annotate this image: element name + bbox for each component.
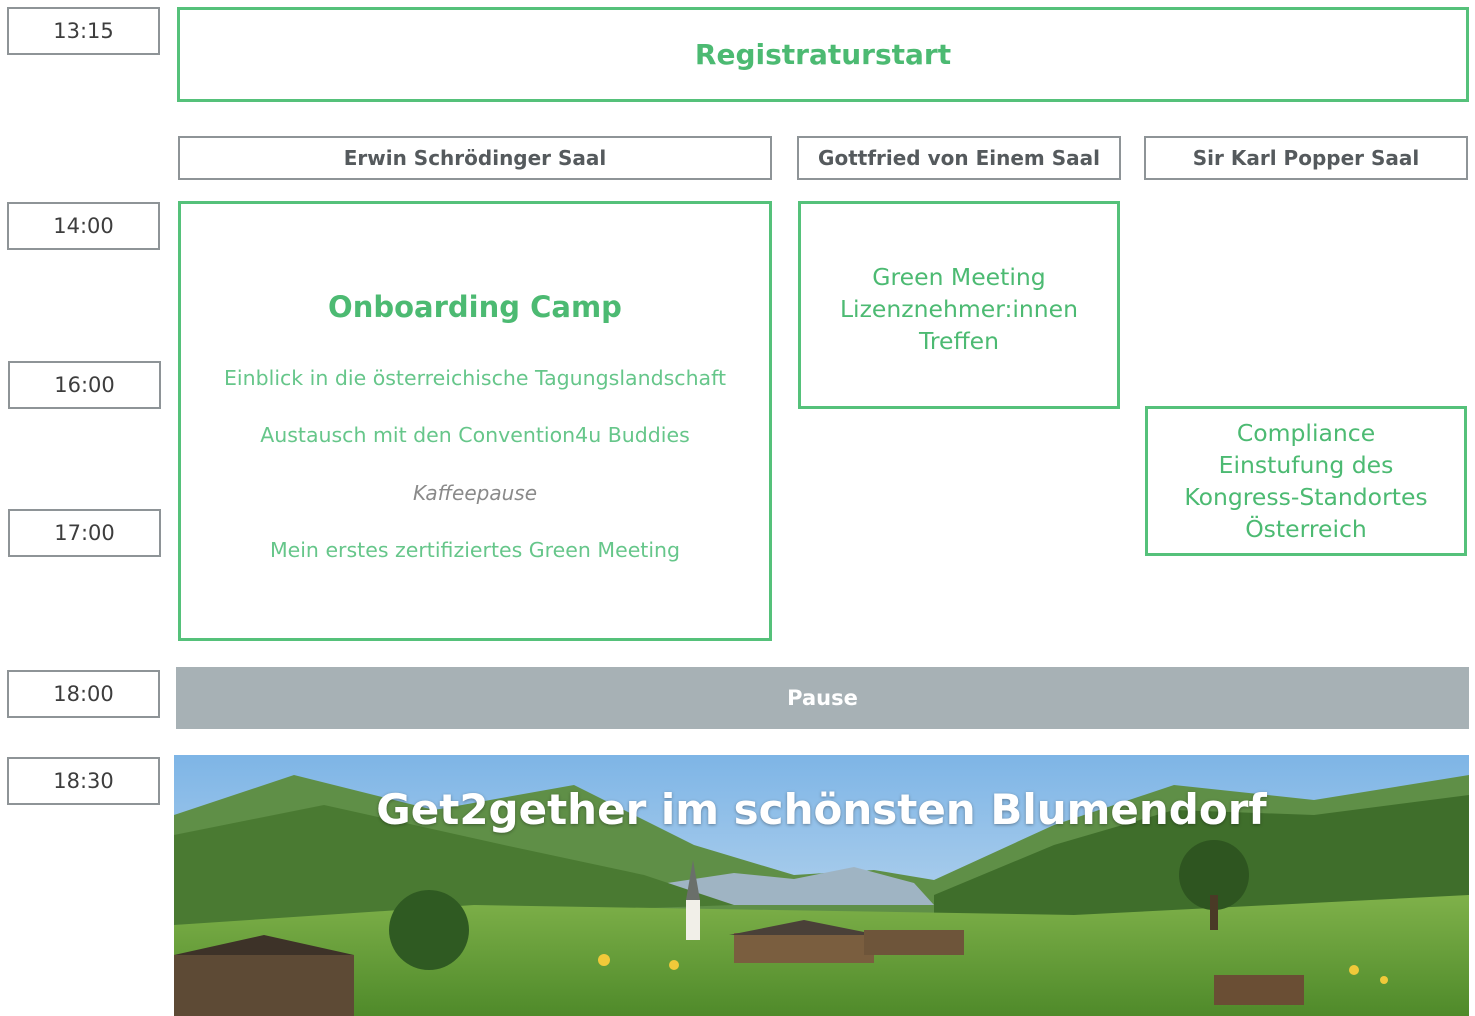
green-meeting-line: Lizenznehmer:innen bbox=[839, 295, 1079, 323]
time-label: 18:00 bbox=[7, 670, 160, 718]
onboarding-item: Mein erstes zertifiziertes Green Meeting bbox=[269, 538, 681, 562]
pause-label: Pause bbox=[787, 686, 858, 710]
green-meeting-line: Treffen bbox=[918, 327, 1000, 355]
room-header-popper: Sir Karl Popper Saal bbox=[1144, 136, 1468, 180]
registration-block: Registraturstart bbox=[177, 7, 1469, 102]
time-label: 17:00 bbox=[8, 509, 161, 557]
get2gether-title: Get2gether im schönsten Blumendorf bbox=[376, 785, 1267, 834]
room-header-schroedinger: Erwin Schrödinger Saal bbox=[178, 136, 772, 180]
coffee-break-label: Kaffeepause bbox=[412, 481, 538, 505]
green-meeting-line: Green Meeting bbox=[872, 263, 1046, 291]
onboarding-item: Einblick in die österreichische Tagungsl… bbox=[223, 366, 727, 390]
compliance-line: Compliance bbox=[1236, 419, 1376, 447]
time-label: 13:15 bbox=[7, 7, 160, 55]
onboarding-item: Austausch mit den Convention4u Buddies bbox=[260, 423, 690, 447]
room-header-von-einem: Gottfried von Einem Saal bbox=[797, 136, 1121, 180]
get2gether-photo: Get2gether im schönsten Blumendorf bbox=[174, 755, 1469, 1016]
pause-bar: Pause bbox=[176, 667, 1469, 729]
onboarding-camp-block: Onboarding Camp Einblick in die österrei… bbox=[178, 201, 772, 641]
time-label: 14:00 bbox=[7, 202, 160, 250]
green-meeting-block: Green Meeting Lizenznehmer:innen Treffen bbox=[798, 201, 1120, 409]
compliance-block: Compliance Einstufung des Kongress-Stand… bbox=[1145, 406, 1467, 556]
compliance-line: Österreich bbox=[1245, 515, 1367, 543]
compliance-line: Kongress-Standortes bbox=[1184, 483, 1428, 511]
time-label: 16:00 bbox=[8, 361, 161, 409]
onboarding-camp-title: Onboarding Camp bbox=[328, 290, 622, 324]
registration-label: Registraturstart bbox=[694, 38, 952, 71]
time-label: 18:30 bbox=[7, 757, 160, 805]
compliance-line: Einstufung des bbox=[1218, 451, 1394, 479]
